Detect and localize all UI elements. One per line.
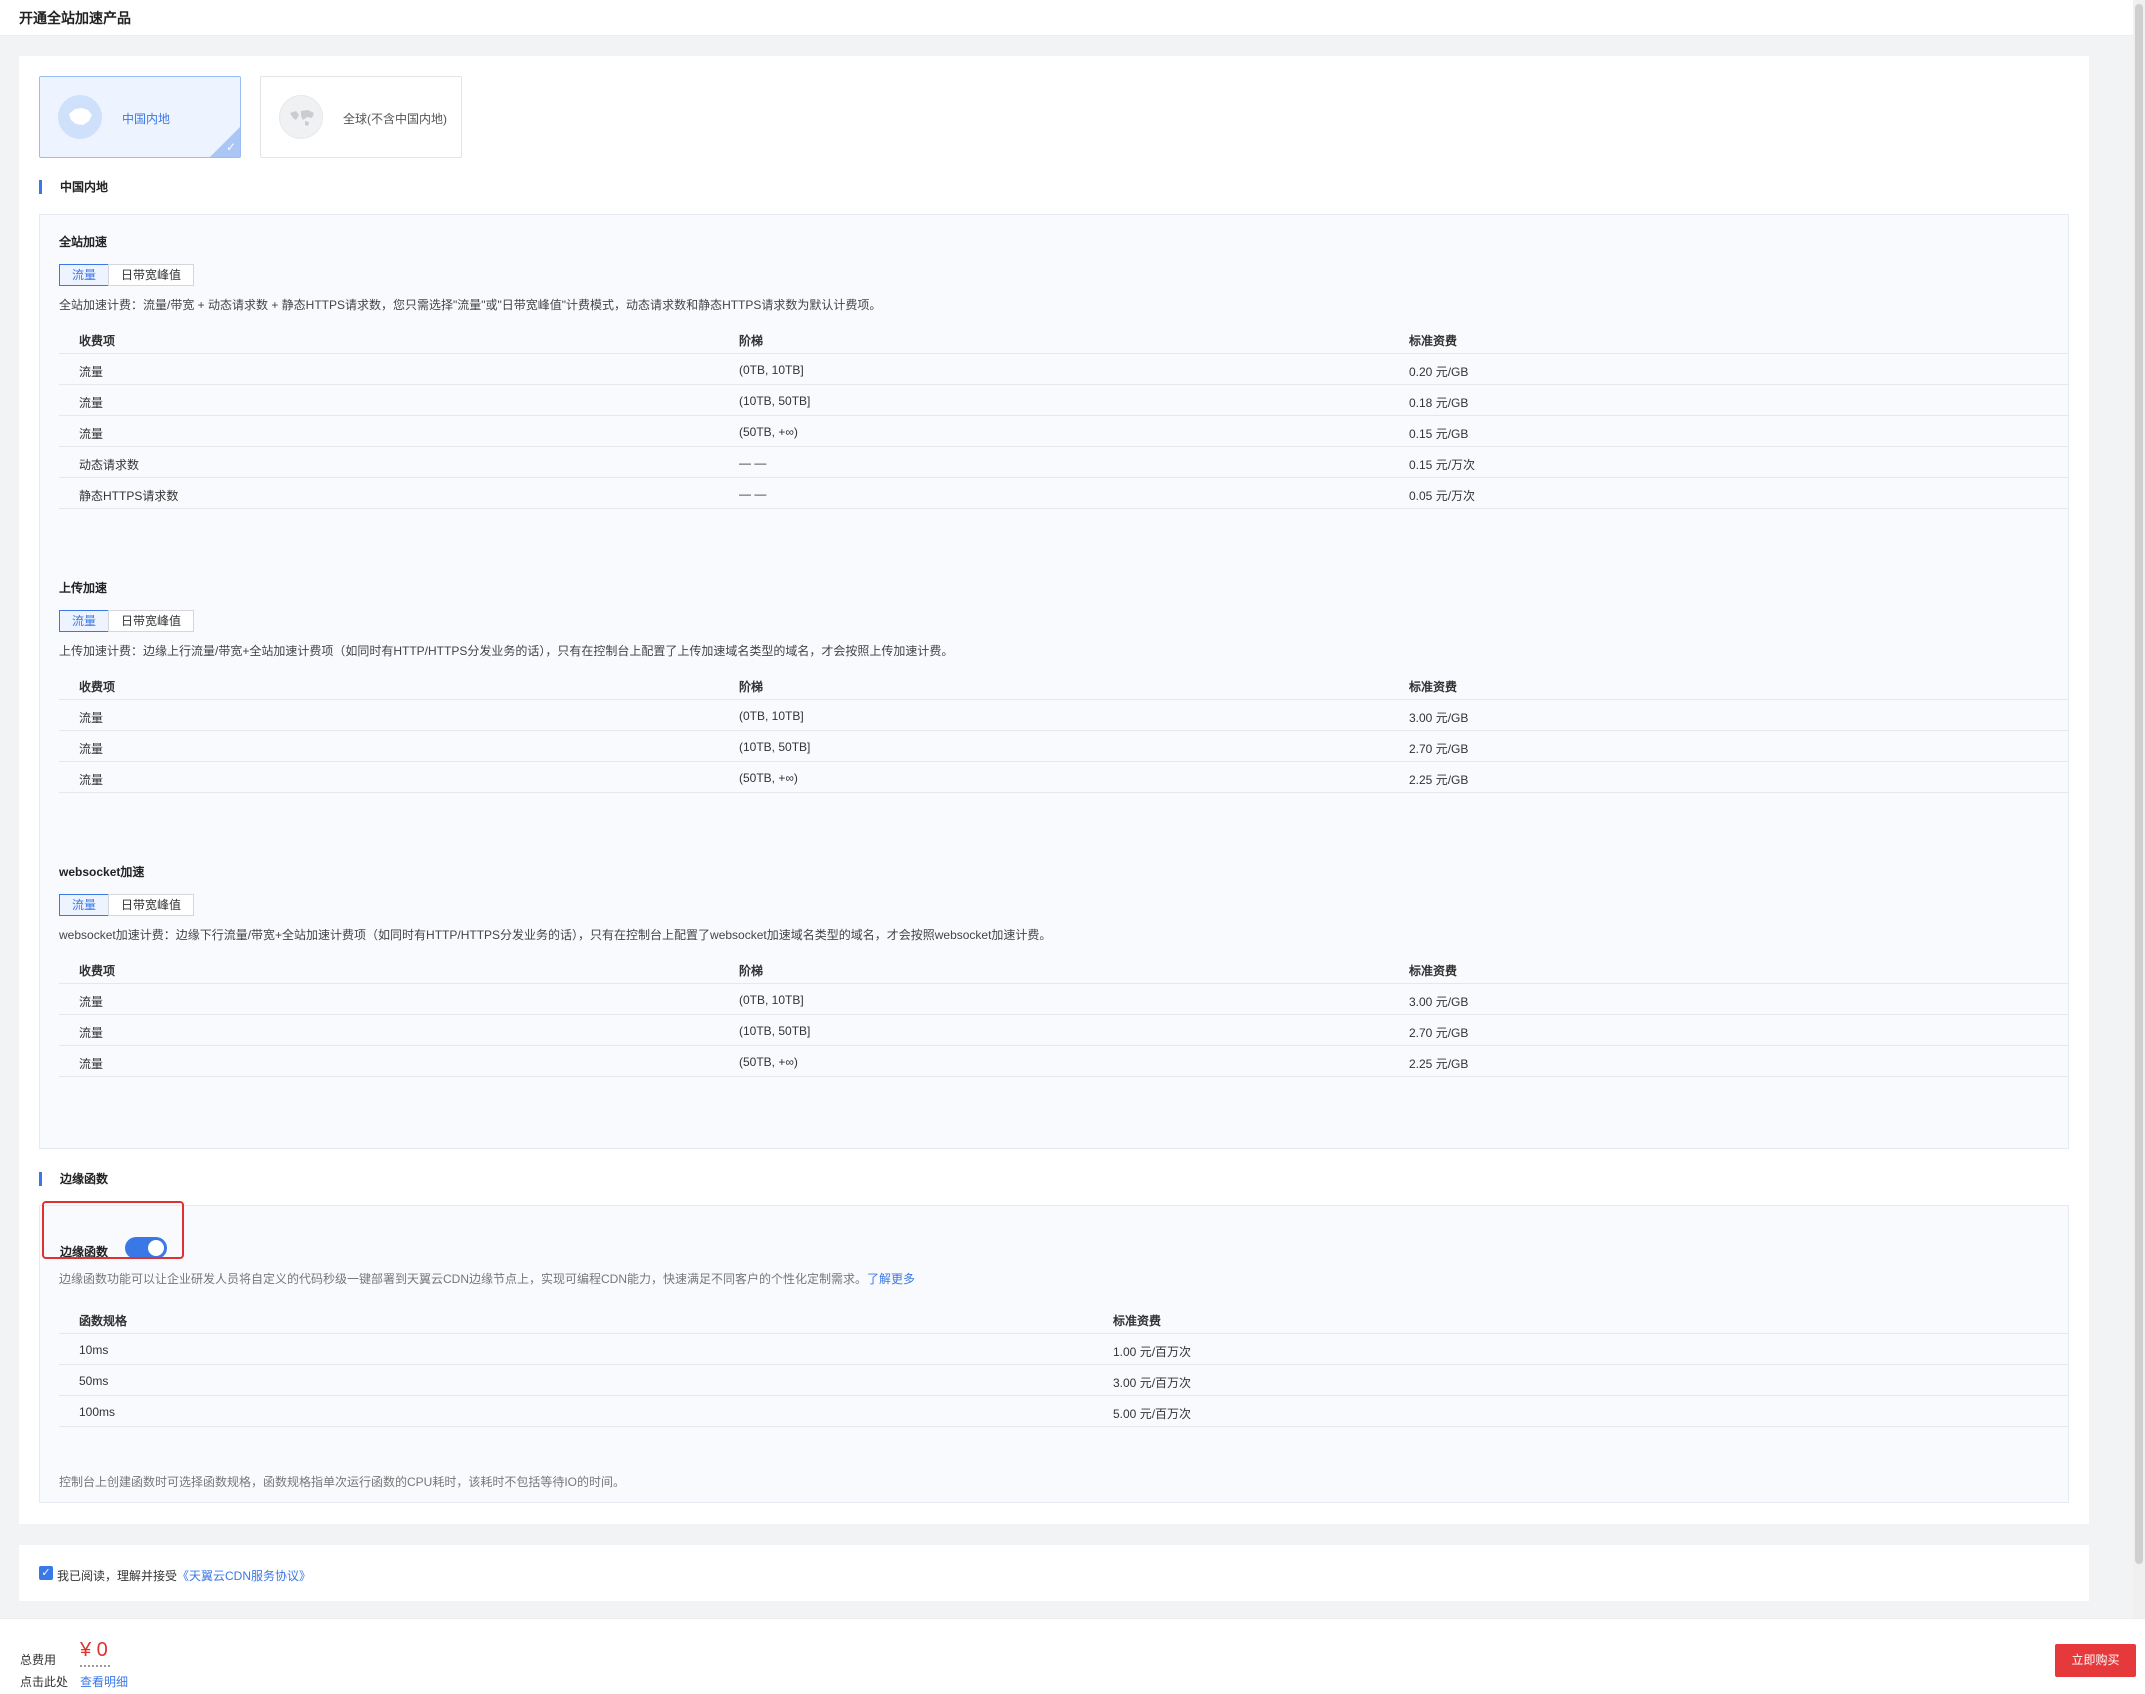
table-row: 流量 (50TB, +∞) 2.25 元/GB [59,762,2069,793]
table-header: 收费项 阶梯 标准资费 [59,952,2069,984]
page-title: 开通全站加速产品 [19,10,131,26]
scrollbar[interactable] [2133,0,2145,1618]
region-card-global[interactable]: 全球(不含中国内地) [260,76,462,158]
table-row: 10ms 1.00 元/百万次 [59,1334,2069,1365]
total-price: ¥ 0 [80,1639,108,1661]
table-row: 流量 (50TB, +∞) 0.15 元/GB [59,416,2069,447]
table-row: 100ms 5.00 元/百万次 [59,1396,2069,1427]
edge-table: 函数规格 标准资费 10ms 1.00 元/百万次 50ms 3.00 元/百万… [59,1302,2069,1427]
edge-note: 控制台上创建函数时可选择函数规格，函数规格指单次运行函数的CPU耗时，该耗时不包… [59,1475,626,1489]
table-row: 流量 (0TB, 10TB] 3.00 元/GB [59,700,2069,731]
table-row: 流量 (10TB, 50TB] 2.70 元/GB [59,1015,2069,1046]
tab-daily-peak-bandwidth[interactable]: 日带宽峰值 [108,894,195,916]
table-row: 动态请求数 — — 0.15 元/万次 [59,447,2069,478]
top-bar: 开通全站加速产品 [0,0,2145,36]
table-header: 收费项 阶梯 标准资费 [59,322,2069,354]
tab-daily-peak-bandwidth[interactable]: 日带宽峰值 [108,264,195,286]
full-accel-title: 全站加速 [59,235,108,249]
agreement-text: 我已阅读，理解并接受《天翼云CDN服务协议》 [57,1569,312,1583]
table-row: 流量 (10TB, 50TB] 2.70 元/GB [59,731,2069,762]
agree-checkbox[interactable]: ✓ [39,1566,53,1580]
upload-accel-table: 收费项 阶梯 标准资费 流量 (0TB, 10TB] 3.00 元/GB 流量 … [59,668,2069,793]
highlight-annotation [42,1201,184,1259]
check-icon: ✓ [225,140,236,154]
upload-accel-desc: 上传加速计费：边缘上行流量/带宽+全站加速计费项（如同时有HTTP/HTTPS分… [59,644,954,658]
full-accel-table: 收费项 阶梯 标准资费 流量 (0TB, 10TB] 0.20 元/GB 流量 … [59,322,2069,509]
agreement-card: ✓ 我已阅读，理解并接受《天翼云CDN服务协议》 [19,1545,2089,1601]
upload-accel-tabs: 流量 日带宽峰值 [59,610,195,632]
price-underline [80,1665,110,1667]
region-card-mainland[interactable]: 中国内地 ✓ [39,76,241,158]
learn-more-link[interactable]: 了解更多 [867,1272,915,1286]
table-row: 静态HTTPS请求数 — — 0.05 元/万次 [59,478,2069,509]
world-map-icon [279,95,323,139]
edge-panel: 边缘函数 边缘函数功能可以让企业研发人员将自定义的代码秒级一键部署到天翼云CDN… [39,1205,2069,1503]
upload-accel-title: 上传加速 [59,581,108,595]
ws-accel-tabs: 流量 日带宽峰值 [59,894,195,916]
buy-now-button[interactable]: 立即购买 [2055,1644,2136,1677]
view-detail-link[interactable]: 查看明细 [80,1673,128,1690]
click-here-label: 点击此处 [20,1675,69,1689]
table-row: 流量 (10TB, 50TB] 0.18 元/GB [59,385,2069,416]
table-row: 流量 (0TB, 10TB] 0.20 元/GB [59,354,2069,385]
total-label: 总费用 [20,1653,57,1667]
ws-accel-table: 收费项 阶梯 标准资费 流量 (0TB, 10TB] 3.00 元/GB 流量 … [59,952,2069,1077]
scrollbar-thumb[interactable] [2135,4,2143,1564]
tab-traffic[interactable]: 流量 [59,894,110,916]
table-row: 50ms 3.00 元/百万次 [59,1365,2069,1396]
full-accel-desc: 全站加速计费：流量/带宽 + 动态请求数 + 静态HTTPS请求数，您只需选择"… [59,298,882,312]
tab-daily-peak-bandwidth[interactable]: 日带宽峰值 [108,610,195,632]
table-header: 函数规格 标准资费 [59,1302,2069,1334]
table-row: 流量 (50TB, +∞) 2.25 元/GB [59,1046,2069,1077]
ws-accel-desc: websocket加速计费：边缘下行流量/带宽+全站加速计费项（如同时有HTTP… [59,928,1052,942]
pricing-panel: 全站加速 流量 日带宽峰值 全站加速计费：流量/带宽 + 动态请求数 + 静态H… [39,214,2069,1149]
edge-desc: 边缘函数功能可以让企业研发人员将自定义的代码秒级一键部署到天翼云CDN边缘节点上… [59,1272,916,1286]
region-label: 中国内地 [122,112,171,126]
tab-traffic[interactable]: 流量 [59,264,110,286]
table-row: 流量 (0TB, 10TB] 3.00 元/GB [59,984,2069,1015]
full-accel-tabs: 流量 日带宽峰值 [59,264,195,286]
ws-accel-title: websocket加速 [59,865,145,879]
china-map-icon [58,95,102,139]
service-agreement-link[interactable]: 《天翼云CDN服务协议》 [177,1569,311,1583]
region-label: 全球(不含中国内地) [343,112,447,126]
main-card: 中国内地 ✓ 全球(不含中国内地) 中国内地 全站加速 流量 日带宽峰值 全站加… [19,56,2089,1524]
tab-traffic[interactable]: 流量 [59,610,110,632]
bottom-bar: 总费用 ¥ 0 点击此处 查看明细 立即购买 [0,1618,2145,1694]
section-edge-title: 边缘函数 [39,1172,108,1186]
table-header: 收费项 阶梯 标准资费 [59,668,2069,700]
section-mainland-title: 中国内地 [39,180,108,194]
